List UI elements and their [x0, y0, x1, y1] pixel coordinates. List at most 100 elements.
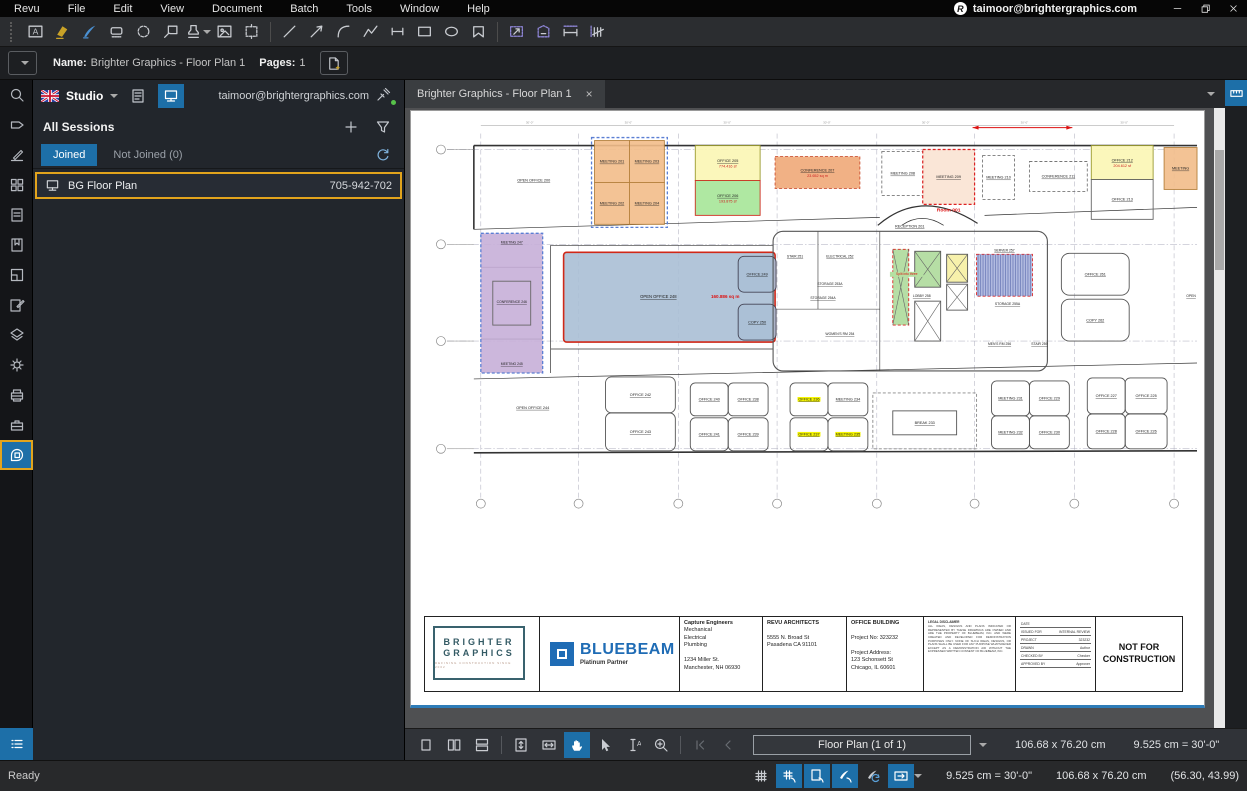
fit-page-button[interactable]	[508, 732, 534, 758]
text-box-icon[interactable]: A	[22, 20, 49, 44]
menu-batch[interactable]: Batch	[276, 2, 332, 16]
sidebar-tab-thumbnails[interactable]	[0, 170, 33, 200]
studio-projects-button[interactable]	[125, 84, 151, 108]
sequence-button[interactable]	[860, 764, 886, 788]
refresh-sessions-button[interactable]	[370, 143, 396, 167]
split-mode-button[interactable]	[469, 732, 495, 758]
measure-count-icon[interactable]	[584, 20, 611, 44]
drawing-canvas[interactable]: MEETING 201MEETING 203MEETING 202MEETING…	[405, 108, 1225, 728]
menu-help[interactable]: Help	[453, 2, 504, 16]
sidebar-tab-search[interactable]	[0, 80, 33, 110]
markups-list-button[interactable]	[0, 728, 33, 760]
menu-revu[interactable]: Revu	[0, 2, 54, 16]
snap-to-content-button[interactable]	[804, 764, 830, 788]
polygon-icon[interactable]	[465, 20, 492, 44]
scrollbar-thumb[interactable]	[1215, 150, 1224, 270]
chevron-down-icon[interactable]	[914, 774, 922, 778]
tab-joined[interactable]: Joined	[41, 144, 97, 166]
highlight-icon[interactable]	[49, 20, 76, 44]
measure-area-icon[interactable]	[503, 20, 530, 44]
studio-panel: Studio taimoor@brightergraphics.com All …	[33, 80, 405, 760]
session-row-bg-floor-plan[interactable]: BG Floor Plan 705-942-702	[35, 172, 402, 199]
tab-not-joined[interactable]: Not Joined (0)	[101, 144, 194, 166]
account-email[interactable]: taimoor@brightergraphics.com	[973, 3, 1137, 15]
previous-page-button[interactable]	[715, 732, 741, 758]
measurements-panel-button[interactable]	[1225, 80, 1247, 106]
room-area-label: 204.612 sf	[1113, 164, 1132, 168]
single-page-mode-button[interactable]	[413, 732, 439, 758]
doc-name-label: Name:	[53, 57, 87, 69]
eraser-icon[interactable]	[103, 20, 130, 44]
toolbar-grip[interactable]	[10, 22, 14, 42]
insert-page-button[interactable]	[320, 51, 348, 75]
page-navigation-field[interactable]: Floor Plan (1 of 1)	[753, 735, 971, 755]
restore-button[interactable]	[1191, 0, 1219, 17]
sidebar-tab-studio[interactable]	[0, 440, 33, 470]
synchronize-views-button[interactable]	[888, 764, 914, 788]
polyline-icon[interactable]	[357, 20, 384, 44]
callout-icon[interactable]	[157, 20, 184, 44]
sidebar-tab-properties[interactable]	[0, 200, 33, 230]
room-label: OFFICE 225	[1136, 394, 1157, 398]
page-list-chevron-icon[interactable]	[979, 743, 987, 747]
pan-tool-button[interactable]	[564, 732, 590, 758]
sidebar-tab-3d-model-tree[interactable]	[0, 380, 33, 410]
filter-sessions-button[interactable]	[372, 115, 394, 139]
room-label: MEETING 231	[998, 397, 1023, 401]
dimension-icon[interactable]	[384, 20, 411, 44]
menu-document[interactable]: Document	[198, 2, 276, 16]
sidebar-tab-signatures[interactable]	[0, 140, 33, 170]
chevron-down-icon[interactable]	[110, 94, 118, 98]
minimize-button[interactable]	[1163, 0, 1191, 17]
image-icon[interactable]	[211, 20, 238, 44]
tab-list-chevron-icon[interactable]	[1207, 92, 1215, 96]
snap-to-grid-button[interactable]	[776, 764, 802, 788]
floor-plan-drawing[interactable]: MEETING 201MEETING 203MEETING 202MEETING…	[411, 111, 1204, 611]
select-tool-button[interactable]	[592, 732, 618, 758]
menu-tools[interactable]: Tools	[332, 2, 386, 16]
studio-sessions-button[interactable]	[158, 84, 184, 108]
title-block-line: REVU ARCHITECTS	[767, 620, 842, 627]
plan-label: STAIR 251	[787, 254, 803, 258]
line-icon[interactable]	[276, 20, 303, 44]
close-tab-icon[interactable]: ×	[586, 87, 593, 101]
ellipse-icon[interactable]	[438, 20, 465, 44]
vertical-scrollbar[interactable]	[1214, 108, 1225, 728]
doc-pages-value: 1	[299, 57, 305, 69]
studio-connection-button[interactable]	[376, 86, 396, 106]
zoom-tool-button[interactable]	[648, 732, 674, 758]
menu-window[interactable]: Window	[386, 2, 453, 16]
stamp-icon[interactable]	[184, 20, 211, 44]
measure-length-icon[interactable]	[557, 20, 584, 44]
cloud-icon[interactable]	[130, 20, 157, 44]
pen-icon[interactable]	[76, 20, 103, 44]
menu-view[interactable]: View	[146, 2, 198, 16]
sidebar-tab-settings[interactable]	[0, 350, 33, 380]
fit-width-button[interactable]	[536, 732, 562, 758]
measure-perimeter-icon[interactable]	[530, 20, 557, 44]
select-text-tool-button[interactable]: A	[620, 732, 646, 758]
document-tab[interactable]: Brighter Graphics - Floor Plan 1 ×	[405, 80, 605, 108]
pdf-page[interactable]: MEETING 201MEETING 203MEETING 202MEETING…	[410, 110, 1205, 708]
arc-icon[interactable]	[330, 20, 357, 44]
first-page-button[interactable]	[687, 732, 713, 758]
rectangle-icon[interactable]	[411, 20, 438, 44]
new-session-button[interactable]	[340, 115, 362, 139]
sidebar-tab-tool-chest[interactable]	[0, 410, 33, 440]
side-by-side-mode-button[interactable]	[441, 732, 467, 758]
title-block-line: Pasadena CA 91101	[767, 642, 842, 649]
menu-file[interactable]: File	[54, 2, 100, 16]
snap-to-markup-button[interactable]	[832, 764, 858, 788]
snapshot-icon[interactable]	[238, 20, 265, 44]
page-setup-dropdown[interactable]	[8, 51, 37, 75]
arrow-icon[interactable]	[303, 20, 330, 44]
sidebar-tab-bookmarks[interactable]	[0, 230, 33, 260]
menu-edit[interactable]: Edit	[99, 2, 146, 16]
status-scale[interactable]: 9.525 cm = 30'-0"	[946, 770, 1032, 782]
sidebar-tab-layers[interactable]	[0, 320, 33, 350]
show-grid-button[interactable]	[748, 764, 774, 788]
sidebar-tab-markup-summary[interactable]	[0, 290, 33, 320]
sidebar-tab-file-access[interactable]	[0, 110, 33, 140]
close-button[interactable]	[1219, 0, 1247, 17]
sidebar-tab-spaces[interactable]	[0, 260, 33, 290]
